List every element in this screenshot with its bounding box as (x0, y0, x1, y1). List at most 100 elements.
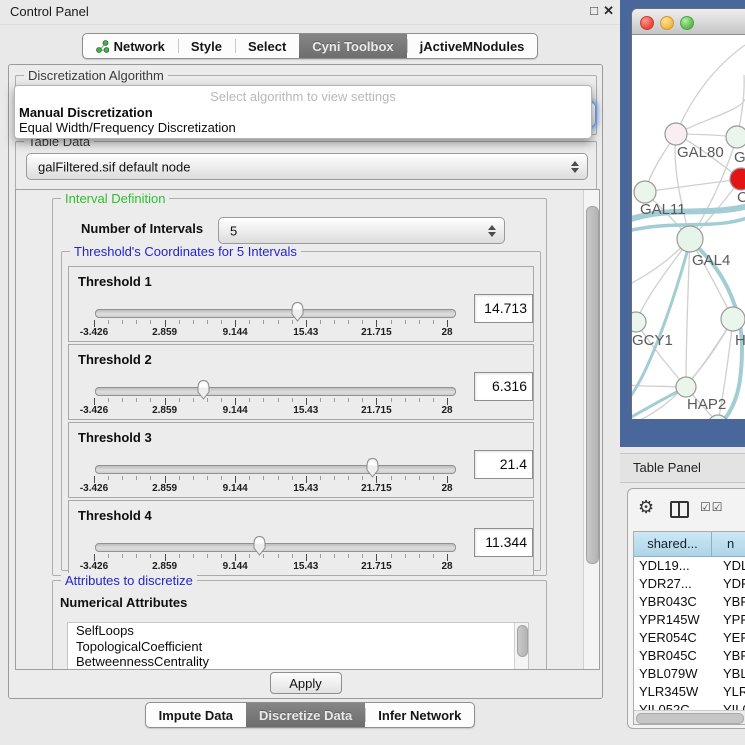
cell-shared-name[interactable]: YBL079W (634, 665, 717, 683)
table-row[interactable]: YLR345WYLR3 (634, 683, 745, 701)
attributes-group-title: Attributes to discretize (61, 573, 197, 588)
table-horizontal-scrollbar[interactable] (634, 710, 745, 724)
mac-minimize-button[interactable] (660, 16, 674, 30)
table-row[interactable]: YBR043CYBR0 (634, 593, 745, 611)
slider-tick (165, 320, 166, 327)
table-row[interactable]: YPR145WYPR1 (634, 611, 745, 629)
slider-thumb[interactable] (289, 301, 306, 323)
table-row[interactable]: YBR045CYBR0 (634, 647, 745, 665)
apply-button[interactable]: Apply (270, 672, 342, 694)
cell-name[interactable]: YDR2 (717, 575, 745, 593)
cell-shared-name[interactable]: YDL19... (634, 557, 717, 575)
column-header-name[interactable]: n (712, 532, 745, 556)
network-canvas[interactable]: GAL80GACGAL11GAL4GCY1HHAP2 (632, 35, 745, 419)
tab-label: jActiveMNodules (420, 39, 525, 54)
cell-shared-name[interactable]: YBR045C (634, 647, 717, 665)
cell-shared-name[interactable]: YLR345W (634, 683, 717, 701)
num-intervals-combobox[interactable]: 5 (218, 217, 505, 244)
network-node-selected-red[interactable] (730, 168, 745, 190)
popup-option-manual-discretization[interactable]: Manual Discretization (19, 105, 587, 120)
network-node-GAL80[interactable] (665, 123, 687, 145)
cell-name[interactable]: YER0 (717, 629, 745, 647)
slider-tick (292, 554, 293, 558)
network-node-GAL4[interactable] (677, 226, 703, 252)
attributes-list-scrollbar[interactable] (514, 623, 528, 670)
threshold-panel: Threshold 2-3.4262.8599.14415.4321.71528… (68, 344, 534, 420)
cell-shared-name[interactable]: YER054C (634, 629, 717, 647)
cell-name[interactable]: YDL1 (717, 557, 745, 575)
slider-tick (334, 320, 335, 324)
mac-zoom-button[interactable] (680, 16, 694, 30)
network-window-titlebar[interactable] (632, 9, 745, 35)
slider-thumb[interactable] (251, 535, 268, 557)
cell-name[interactable]: YBL0 (717, 665, 745, 683)
tab-network[interactable]: Network (83, 34, 178, 58)
threshold-value-field[interactable]: 6.316 (474, 372, 533, 401)
tab-cyni-toolbox[interactable]: Cyni Toolbox (299, 34, 406, 58)
slider-axis-label: 2.859 (135, 561, 195, 572)
float-panel-icon[interactable]: □ (590, 3, 598, 18)
tab-select[interactable]: Select (235, 34, 299, 58)
network-node-label: GAL11 (640, 201, 686, 218)
mac-close-button[interactable] (640, 16, 654, 30)
cell-shared-name[interactable]: YDR27... (634, 575, 717, 593)
slider-tick (249, 554, 250, 558)
cell-shared-name[interactable]: YBR043C (634, 593, 717, 611)
threshold-value-field[interactable]: 14.713 (474, 294, 533, 323)
select-columns-icon[interactable]: ☑☑ (700, 500, 724, 514)
slider-tick (376, 554, 377, 561)
attributes-group: Attributes to discretize Numerical Attri… (52, 580, 547, 670)
slider-tick (292, 476, 293, 480)
cell-name[interactable]: YBR0 (717, 647, 745, 665)
tab-impute-data[interactable]: Impute Data (146, 703, 246, 727)
network-node-HAP2[interactable] (676, 377, 696, 397)
table-row[interactable]: YBL079WYBL0 (634, 665, 745, 683)
network-node-H[interactable] (721, 307, 745, 331)
tab-style[interactable]: Style (178, 34, 235, 58)
columns-icon[interactable] (670, 501, 689, 518)
cell-name[interactable]: YPR1 (717, 611, 745, 629)
slider-tick (447, 554, 448, 561)
cell-name[interactable]: YBR0 (717, 593, 745, 611)
table-row[interactable]: YER054CYER0 (634, 629, 745, 647)
slider-tick (165, 476, 166, 483)
threshold-value-field[interactable]: 21.4 (474, 450, 533, 479)
slider-track[interactable] (95, 387, 456, 396)
network-node-label: HAP2 (687, 396, 726, 413)
slider-thumb[interactable] (195, 379, 212, 401)
tab-jactivemnodules[interactable]: jActiveMNodules (407, 34, 538, 58)
tab-discretize-data[interactable]: Discretize Data (246, 703, 365, 727)
table-data-combobox[interactable]: galFiltered.sif default node (26, 153, 588, 180)
slider-axis-label: -3.426 (64, 327, 124, 338)
slider-track[interactable] (95, 309, 456, 318)
slider-track[interactable] (95, 543, 456, 552)
numerical-attributes-list[interactable]: SelfLoopsTopologicalCoefficientBetweenne… (67, 622, 529, 670)
slider-tick (433, 476, 434, 480)
tab-label: Cyni Toolbox (312, 39, 393, 54)
column-header-shared-name[interactable]: shared... (634, 532, 712, 556)
tab-label: Discretize Data (259, 708, 352, 723)
slider-track[interactable] (95, 465, 456, 474)
popup-option-equal-width-frequency-discretization[interactable]: Equal Width/Frequency Discretization (19, 120, 587, 135)
cell-name[interactable]: YLR3 (717, 683, 745, 701)
table-row[interactable]: YDR27...YDR2 (634, 575, 745, 593)
close-panel-icon[interactable]: ✕ (603, 3, 614, 19)
attribute-list-item[interactable]: SelfLoops (68, 623, 528, 639)
network-node-GCY1[interactable] (632, 312, 646, 332)
network-node-GAL11[interactable] (634, 181, 656, 203)
slider-tick (249, 476, 250, 480)
attribute-list-item[interactable]: BetweennessCentrality (68, 654, 528, 670)
slider-thumb[interactable] (364, 457, 381, 479)
network-node-GAL-top[interactable] (726, 126, 745, 148)
threshold-value-field[interactable]: 11.344 (474, 528, 533, 557)
slider-tick (263, 320, 264, 324)
slider-tick (221, 398, 222, 402)
gear-icon[interactable]: ⚙ (638, 497, 654, 518)
tab-infer-network[interactable]: Infer Network (365, 703, 474, 727)
table-row[interactable]: YDL19...YDL1 (634, 557, 745, 575)
cell-shared-name[interactable]: YPR145W (634, 611, 717, 629)
attribute-list-item[interactable]: TopologicalCoefficient (68, 639, 528, 655)
slider-tick (405, 398, 406, 402)
settings-scrollbar[interactable] (583, 190, 600, 669)
slider-tick (320, 476, 321, 480)
